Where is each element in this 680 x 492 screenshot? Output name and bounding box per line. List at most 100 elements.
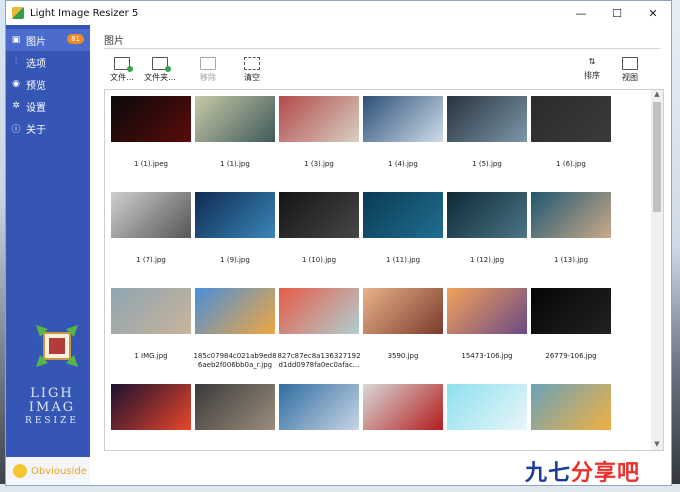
image-thumbnail[interactable]: 1 (13).jpg	[529, 192, 613, 265]
thumbnail-filename: 3590.jpg	[387, 352, 419, 360]
thumbnail-image	[363, 288, 443, 334]
info-icon: ⓘ	[11, 124, 21, 135]
thumbnail-filename: 1 (11).jpg	[385, 256, 421, 264]
brand-link[interactable]: Obviouside	[6, 457, 90, 485]
image-thumbnail[interactable]: 1 (6).jpg	[529, 96, 613, 169]
view-button[interactable]: 视图	[612, 55, 648, 83]
thumbnail-image	[447, 288, 527, 334]
thumbnail-image	[531, 192, 611, 238]
image-thumbnail[interactable]: 1 (9).jpg	[193, 192, 277, 265]
thumbnail-image	[363, 96, 443, 142]
clear-icon	[244, 57, 260, 70]
image-thumbnail[interactable]: 1 (11).jpg	[361, 192, 445, 265]
sliders-icon: ⫶	[14, 57, 18, 67]
thumbnail-image	[279, 192, 359, 238]
image-thumbnail[interactable]	[109, 384, 193, 448]
thumbnail-image	[279, 384, 359, 430]
thumbnail-filename: 26779-106.jpg	[545, 352, 597, 360]
main-panel: 图片 文件... 文件夹... 移除 清空 ⇅ 排序 视图 1 (1).jpeg…	[90, 25, 671, 485]
thumbnail-filename: 1 (13).jpg	[553, 256, 589, 264]
image-thumbnail[interactable]: 1 (5).jpg	[445, 96, 529, 169]
minimize-button[interactable]: —	[563, 1, 599, 25]
image-thumbnail[interactable]: 827c87ec8a136327192d1dd0978fa0ec0afac...	[277, 288, 361, 370]
thumbnail-image	[363, 192, 443, 238]
thumbnail-image	[111, 288, 191, 334]
image-thumbnail[interactable]: 1 (4).jpg	[361, 96, 445, 169]
image-thumbnail[interactable]: 15473-106.jpg	[445, 288, 529, 361]
sidebar-item-label: 关于	[26, 124, 46, 136]
thumbnail-filename: 1 (7).jpg	[136, 256, 166, 264]
vertical-scrollbar[interactable]: ▲ ▼	[651, 90, 663, 450]
thumbnail-image	[195, 192, 275, 238]
image-thumbnail[interactable]: 185c07984c021ab9ed86aeb2f006bb0a_r.jpg	[193, 288, 277, 370]
image-thumbnail[interactable]: 1 (12).jpg	[445, 192, 529, 265]
window-controls: — ☐ ✕	[563, 1, 671, 25]
thumbnail-image	[363, 384, 443, 430]
remove-button[interactable]: 移除	[190, 55, 226, 83]
image-thumbnail[interactable]	[529, 384, 613, 448]
thumbnail-filename: 1 (5).jpg	[472, 160, 502, 168]
thumbnail-filename: 1 (9).jpg	[220, 256, 250, 264]
window-title: Light Image Resizer 5	[30, 7, 139, 19]
thumbnail-filename: 1 (10).jpg	[301, 256, 337, 264]
add-image-icon	[114, 57, 133, 72]
image-thumbnail[interactable]: 1 (1).jpg	[193, 96, 277, 169]
image-thumbnail[interactable]: 1 (3).jpg	[277, 96, 361, 169]
maximize-button[interactable]: ☐	[599, 1, 635, 25]
image-thumbnail[interactable]	[445, 384, 529, 448]
remove-image-icon	[200, 57, 216, 70]
image-thumbnail[interactable]	[361, 384, 445, 448]
thumbnail-image	[111, 96, 191, 142]
title-bar: Light Image Resizer 5 — ☐ ✕	[6, 1, 671, 25]
sidebar-item-images[interactable]: ▣ 图片 81	[6, 29, 90, 51]
image-thumbnail[interactable]: 1 (1).jpeg	[109, 96, 193, 169]
app-icon	[12, 7, 24, 19]
image-thumbnail[interactable]: 26779-106.jpg	[529, 288, 613, 361]
sort-icon: ⇅	[588, 57, 596, 66]
thumbnail-filename: 827c87ec8a136327192d1dd0978fa0ec0afac...	[277, 352, 361, 369]
image-thumbnail[interactable]: 1 (10).jpg	[277, 192, 361, 265]
image-count-badge: 81	[67, 34, 84, 44]
sidebar-item-preview[interactable]: ◉ 预览	[6, 73, 90, 95]
page-title: 图片	[104, 36, 124, 47]
image-thumbnail[interactable]	[277, 384, 361, 448]
thumbnail-image	[195, 96, 275, 142]
brand-name: Obviouside	[31, 465, 87, 477]
sort-button[interactable]: ⇅ 排序	[574, 55, 610, 81]
thumbnail-image	[531, 288, 611, 334]
image-thumbnail[interactable]: 3590.jpg	[361, 288, 445, 361]
sidebar-item-label: 图片	[26, 36, 46, 48]
thumbnail-image	[279, 96, 359, 142]
scroll-down-icon[interactable]: ▼	[651, 440, 663, 450]
thumbnail-filename: 1 (1).jpeg	[134, 160, 168, 168]
thumbnail-filename: 1 IMG.jpg	[134, 352, 168, 360]
clear-button[interactable]: 清空	[234, 55, 270, 83]
scrollbar-thumb[interactable]	[653, 102, 661, 212]
thumbnail-image	[531, 384, 611, 430]
app-logo-wordmark: LIGH IMAG RESIZE	[25, 386, 79, 427]
thumbnail-filename: 185c07984c021ab9ed86aeb2f006bb0a_r.jpg	[193, 352, 277, 369]
thumbnail-image	[447, 384, 527, 430]
thumbnail-image	[195, 288, 275, 334]
thumbnail-image	[447, 192, 527, 238]
image-thumbnail[interactable]	[193, 384, 277, 448]
grid-view-icon	[622, 57, 638, 70]
scroll-up-icon[interactable]: ▲	[651, 90, 663, 100]
add-folder-button[interactable]: 文件夹...	[142, 55, 178, 83]
close-button[interactable]: ✕	[635, 1, 671, 25]
sidebar-item-settings[interactable]: ✲ 设置	[6, 95, 90, 117]
thumbnail-image	[195, 384, 275, 430]
sidebar-item-about[interactable]: ⓘ 关于	[6, 117, 90, 139]
image-gallery[interactable]: 1 (1).jpeg 1 (1).jpg 1 (3).jpg 1 (4).jpg 1 (…	[104, 89, 664, 451]
sidebar-item-label: 选项	[26, 58, 46, 70]
site-watermark: 九七分享吧	[525, 461, 641, 486]
add-files-button[interactable]: 文件...	[104, 55, 140, 83]
eye-icon: ◉	[12, 79, 20, 89]
sidebar-item-options[interactable]: ⫶ 选项	[6, 51, 90, 73]
thumbnail-image	[279, 288, 359, 334]
image-thumbnail[interactable]: 1 IMG.jpg	[109, 288, 193, 361]
desktop-background-right	[672, 0, 680, 492]
image-thumbnail[interactable]: 1 (7).jpg	[109, 192, 193, 265]
sidebar-item-label: 预览	[26, 80, 46, 92]
thumbnail-image	[111, 192, 191, 238]
